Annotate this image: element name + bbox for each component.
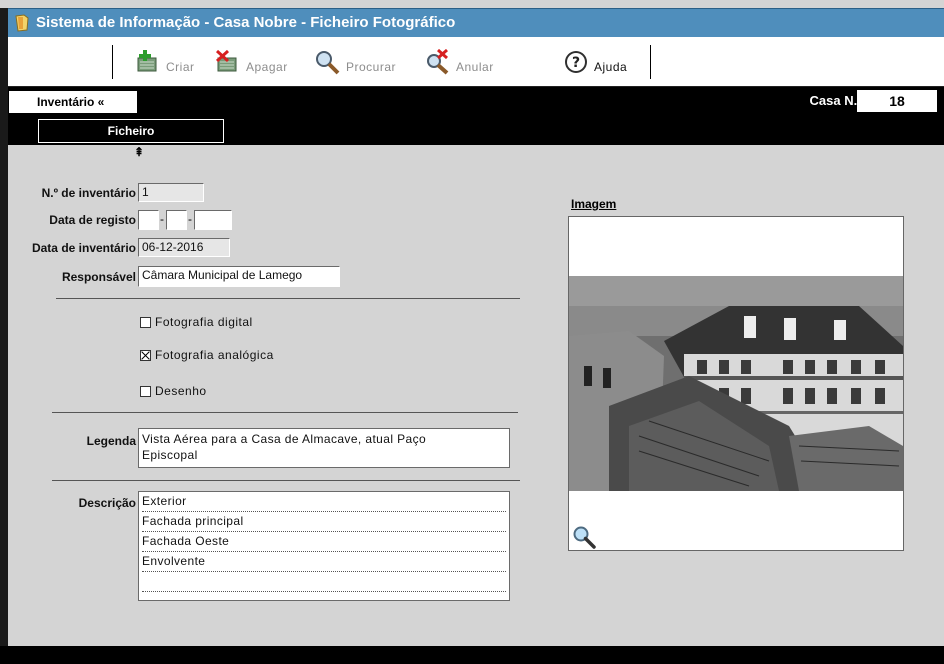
toolbar: Criar Apagar Procurar Anular ? Ajuda [8, 37, 944, 87]
svg-text:?: ? [572, 55, 580, 71]
list-item: Envolvente [142, 552, 506, 572]
checkbox-box [140, 316, 151, 328]
data-registo-month[interactable] [166, 210, 187, 230]
n-inventario-field[interactable]: 1 [138, 183, 204, 202]
fotografia-digital-checkbox[interactable]: Fotografia digital [140, 315, 253, 329]
responsavel-field[interactable]: Câmara Municipal de Lamego [138, 266, 340, 287]
nav-bar [8, 87, 944, 117]
descricao-list[interactable]: Exterior Fachada principal Fachada Oeste… [138, 491, 510, 601]
date-separator: - [188, 212, 192, 226]
descricao-label: Descrição [78, 496, 136, 510]
data-inventario-field[interactable]: 06-12-2016 [138, 238, 230, 257]
anular-button[interactable]: Anular [424, 45, 494, 79]
inventario-tab[interactable]: Inventário « [8, 90, 138, 114]
data-registo-label: Data de registo [49, 213, 136, 227]
n-inventario-label: N.º de inventário [41, 186, 136, 200]
toolbar-separator [650, 45, 651, 79]
desenho-checkbox[interactable]: Desenho [140, 384, 207, 398]
casa-number-field[interactable]: 18 [857, 90, 937, 112]
toolbar-separator [112, 45, 113, 79]
casa-number-label: Casa N.º [809, 93, 862, 108]
list-item [142, 572, 506, 592]
apagar-button[interactable]: Apagar [214, 45, 288, 79]
divider [52, 480, 520, 481]
data-inventario-label: Data de inventário [31, 241, 136, 255]
legenda-label: Legenda [86, 434, 136, 448]
undo-search-icon [427, 49, 449, 75]
search-icon [316, 51, 340, 75]
checkbox-box [140, 385, 151, 397]
legenda-field[interactable]: Vista Aérea para a Casa de Almacave, atu… [138, 428, 510, 468]
checkbox-box-checked [140, 349, 151, 361]
responsavel-label: Responsável [61, 270, 136, 284]
help-icon: ? [565, 51, 587, 73]
fotografia-analogica-checkbox[interactable]: Fotografia analógica [140, 348, 274, 362]
imagem-label: Imagem [571, 197, 617, 211]
list-item: Fachada principal [142, 512, 506, 532]
divider [52, 412, 518, 413]
building-photo[interactable] [569, 276, 903, 491]
window-title: Sistema de Informação - Casa Nobre - Fic… [36, 14, 456, 31]
ajuda-button[interactable]: ? Ajuda [564, 45, 627, 79]
data-registo-day[interactable] [138, 210, 159, 230]
scroll-top-icon[interactable]: ⇞ [134, 145, 144, 159]
date-separator: - [160, 212, 164, 226]
divider [56, 298, 520, 299]
data-registo-year[interactable] [194, 210, 232, 230]
list-item: Fachada Oeste [142, 532, 506, 552]
add-record-icon [137, 50, 157, 72]
status-bar [0, 646, 944, 664]
list-item: Exterior [142, 492, 506, 512]
title-bar: Sistema de Informação - Casa Nobre - Fic… [8, 8, 944, 37]
window-left-edge [0, 8, 8, 664]
criar-button[interactable]: Criar [134, 45, 195, 79]
app-icon [15, 14, 29, 32]
procurar-button[interactable]: Procurar [314, 45, 396, 79]
magnifier-icon[interactable] [572, 525, 596, 549]
delete-record-icon [215, 49, 237, 72]
tab-ficheiro[interactable]: Ficheiro [38, 119, 224, 143]
